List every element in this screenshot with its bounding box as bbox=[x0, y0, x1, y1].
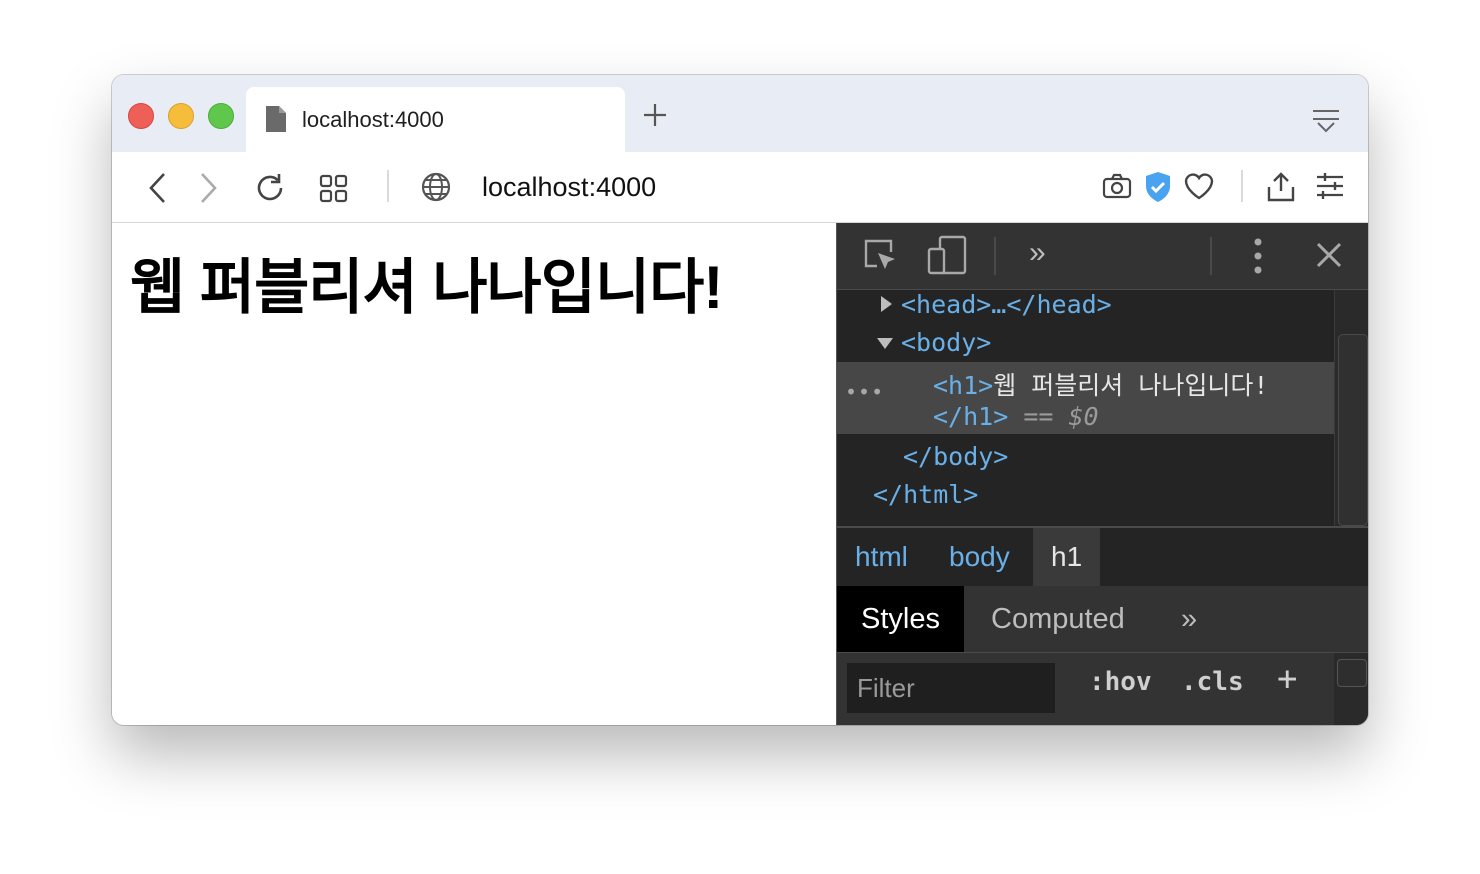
styles-scrollbar[interactable] bbox=[1334, 653, 1368, 725]
toolbar-divider bbox=[1241, 170, 1243, 202]
h1-close-tag: </h1> bbox=[933, 402, 1009, 431]
node-actions-ellipsis[interactable]: ••• bbox=[845, 380, 884, 404]
tab-computed[interactable]: Computed bbox=[967, 586, 1149, 652]
tab-styles[interactable]: Styles bbox=[837, 586, 964, 652]
globe-icon bbox=[420, 171, 452, 208]
address-bar-url[interactable]: localhost:4000 bbox=[482, 172, 656, 203]
devtools-panel: » <head>…</head> <body> ••• <h1>웹 퍼블리셔 나… bbox=[836, 223, 1368, 725]
forward-icon[interactable] bbox=[196, 171, 220, 210]
styles-filter-input[interactable] bbox=[847, 663, 1055, 713]
toolbar-divider bbox=[387, 170, 389, 202]
h1-open-tag: <h1> bbox=[933, 371, 994, 400]
selected-var: $0 bbox=[1068, 402, 1099, 431]
dom-html-close[interactable]: </html> bbox=[873, 480, 978, 509]
page-viewport: 웹 퍼블리셔 나나입니다! bbox=[112, 223, 836, 725]
class-toggle[interactable]: .cls bbox=[1181, 667, 1244, 697]
dom-h1-node[interactable]: <h1>웹 퍼블리셔 나나입니다! bbox=[933, 366, 1268, 402]
devtools-toolbar: » bbox=[837, 223, 1368, 290]
close-devtools-icon[interactable] bbox=[1315, 241, 1343, 274]
speed-dial-grid-icon[interactable] bbox=[319, 171, 349, 209]
tab-list-menu-icon[interactable] bbox=[1311, 109, 1341, 140]
page-heading: 웹 퍼블리셔 나나입니다! bbox=[130, 254, 723, 321]
dom-body-close[interactable]: </body> bbox=[903, 442, 1008, 471]
devtools-divider bbox=[1210, 237, 1212, 275]
tab-localhost[interactable]: localhost:4000 bbox=[246, 87, 625, 152]
device-toolbar-icon[interactable] bbox=[927, 235, 967, 280]
browser-toolbar: localhost:4000 bbox=[112, 152, 1368, 223]
dom-h1-close[interactable]: </h1> == $0 bbox=[933, 402, 1099, 431]
hover-state-toggle[interactable]: :hov bbox=[1089, 667, 1152, 697]
breadcrumb-body[interactable]: body bbox=[931, 528, 1028, 586]
breadcrumb-h1[interactable]: h1 bbox=[1033, 528, 1101, 586]
breadcrumb-html[interactable]: html bbox=[837, 528, 926, 586]
kebab-menu-icon[interactable] bbox=[1253, 237, 1263, 280]
styles-filter-bar: :hov .cls + bbox=[837, 653, 1368, 725]
styles-scroll-thumb[interactable] bbox=[1337, 659, 1367, 687]
camera-snapshot-icon[interactable] bbox=[1102, 171, 1132, 206]
reload-icon[interactable] bbox=[255, 171, 287, 210]
browser-window: localhost:4000 localhost:4000 웹 퍼블리셔 나나입… bbox=[112, 75, 1368, 725]
close-window-button[interactable] bbox=[128, 103, 154, 129]
dom-head-node[interactable]: <head>…</head> bbox=[901, 290, 1112, 319]
expand-arrow-icon[interactable] bbox=[881, 296, 892, 312]
new-style-rule-plus-icon[interactable]: + bbox=[1277, 659, 1297, 699]
more-tabs-chevron-icon[interactable]: » bbox=[1157, 586, 1221, 652]
sidebar-tabs: Styles Computed » bbox=[837, 586, 1368, 653]
collapse-arrow-icon[interactable] bbox=[877, 338, 893, 349]
tab-bar: localhost:4000 bbox=[112, 75, 1368, 152]
minimize-window-button[interactable] bbox=[168, 103, 194, 129]
devtools-divider bbox=[994, 237, 996, 275]
zoom-window-button[interactable] bbox=[208, 103, 234, 129]
breadcrumb: html body h1 bbox=[837, 526, 1368, 588]
tab-title: localhost:4000 bbox=[302, 107, 444, 132]
document-icon bbox=[264, 105, 288, 138]
elements-tree: <head>…</head> <body> ••• <h1>웹 퍼블리셔 나나입… bbox=[837, 290, 1334, 526]
share-icon[interactable] bbox=[1266, 171, 1296, 208]
easy-setup-sliders-icon[interactable] bbox=[1315, 171, 1345, 206]
adblock-shield-icon[interactable] bbox=[1144, 171, 1172, 208]
back-icon[interactable] bbox=[146, 171, 170, 210]
selected-marker: == bbox=[1008, 402, 1069, 431]
inspect-element-icon[interactable] bbox=[863, 238, 899, 279]
elements-scrollbar[interactable] bbox=[1334, 290, 1368, 526]
heart-bookmark-icon[interactable] bbox=[1183, 171, 1215, 206]
dom-body-open[interactable]: <body> bbox=[901, 328, 991, 357]
more-panels-chevron-icon[interactable]: » bbox=[1029, 236, 1046, 270]
elements-scroll-thumb[interactable] bbox=[1338, 334, 1368, 526]
h1-text-content: 웹 퍼블리셔 나나입니다! bbox=[993, 371, 1269, 400]
new-tab-plus-icon[interactable] bbox=[642, 102, 668, 133]
